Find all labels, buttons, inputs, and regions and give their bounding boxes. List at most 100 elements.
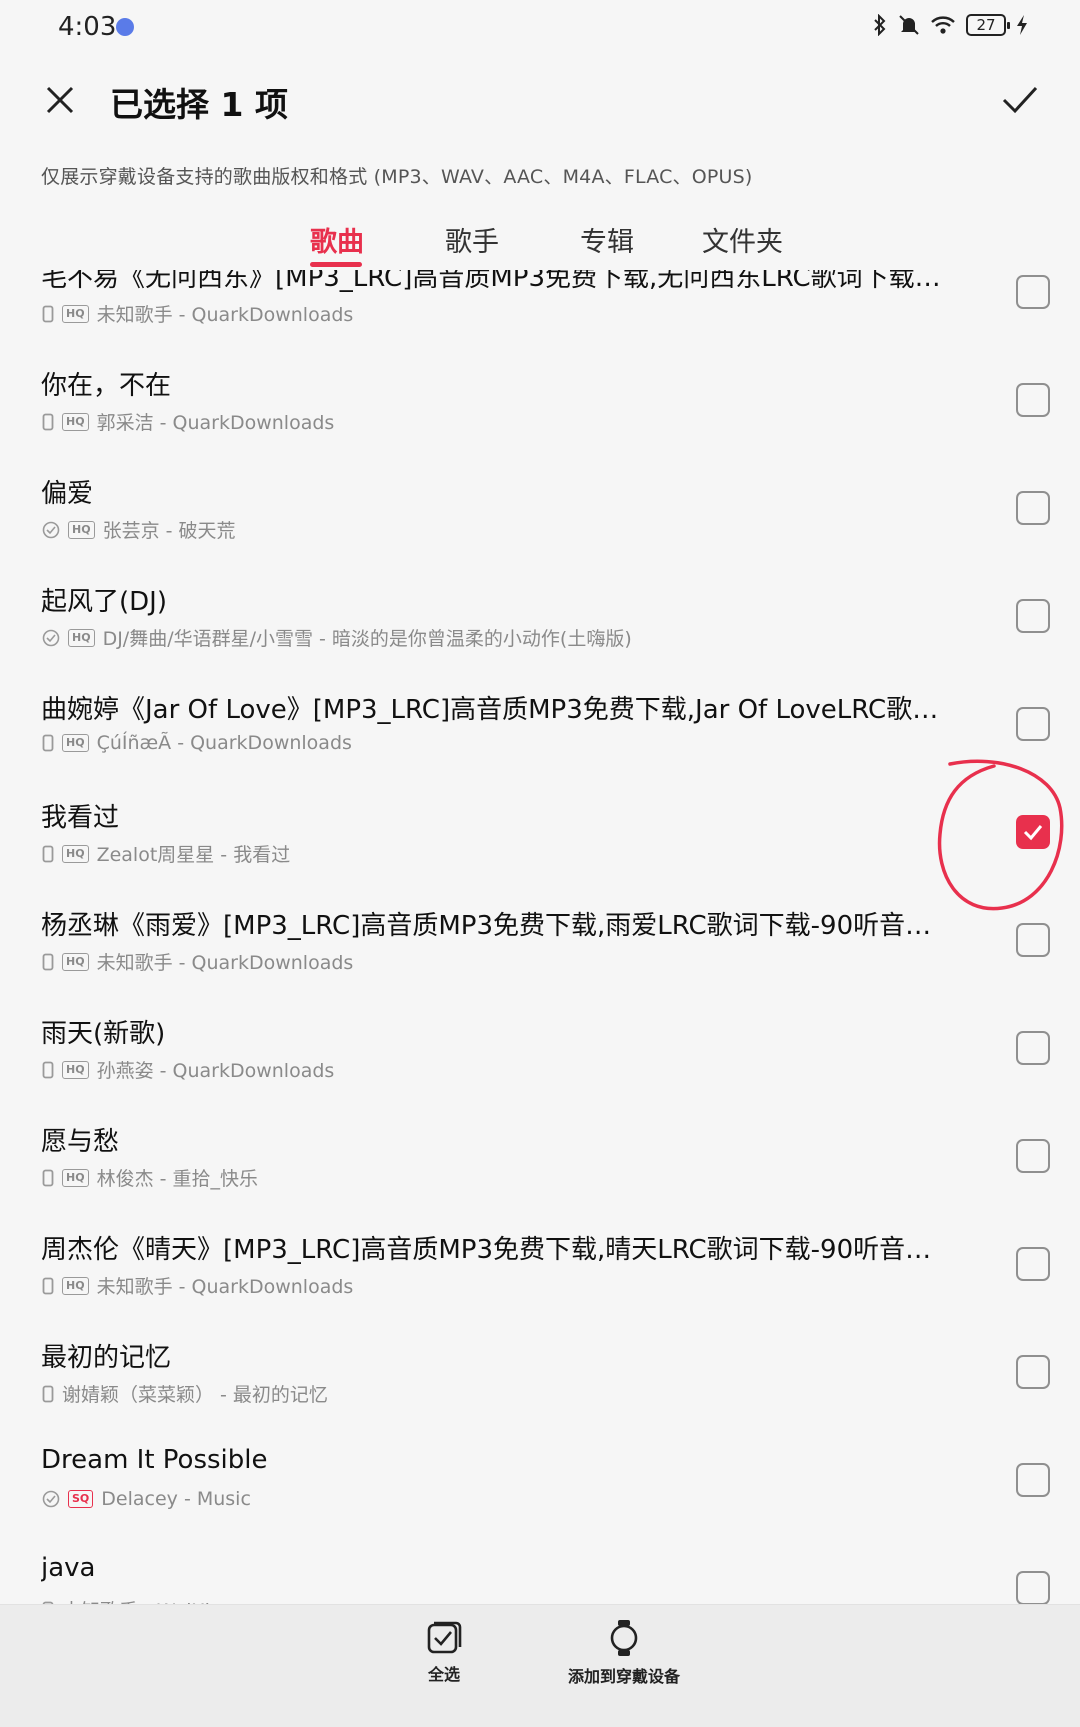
song-title: 你在，不在 (41, 371, 172, 401)
song-checkbox[interactable] (1016, 383, 1050, 417)
quality-badge: HQ (68, 520, 95, 539)
song-list[interactable]: 毛不易《无问西东》[MP3_LRC]高音质MP3免费下载,无问西东LRC歌词下载… (0, 270, 1080, 1604)
tab-albums[interactable]: 专辑 (580, 220, 634, 259)
quality-badge: HQ (62, 1060, 89, 1079)
song-artist-album: 未知歌手 - QuarkDownloads (96, 952, 354, 974)
bottom-action-bar: 全选 添加到穿戴设备 (0, 1604, 1080, 1727)
quality-badge: HQ (62, 304, 89, 323)
close-icon (46, 86, 74, 114)
tab-artists[interactable]: 歌手 (445, 220, 499, 259)
song-row[interactable]: 起风了(DJ) HQ DJ/舞曲/华语群星/小雪雪 - 暗淡的是你曾温柔的小动作(土… (0, 566, 1080, 674)
song-artist-album: 未知歌手 - QuarkDownloads (96, 1276, 354, 1298)
song-meta: HQ 林俊杰 - 重拾_快乐 (42, 1164, 258, 1191)
tab-songs[interactable]: 歌曲 (310, 220, 364, 259)
song-row[interactable]: 偏爱 HQ 张芸京 - 破天荒 (0, 458, 1080, 566)
song-checkbox[interactable] (1016, 491, 1050, 525)
phone-icon (42, 734, 54, 752)
song-row[interactable]: 周杰伦《晴天》[MP3_LRC]高音质MP3免费下载,晴天LRC歌词下载-90听… (0, 1214, 1080, 1322)
song-artist-album: 谢婧颖（菜菜颖） - 最初的记忆 (62, 1384, 328, 1406)
song-artist-album: ÇúÍñæÃ - QuarkDownloads (96, 732, 352, 754)
song-title: 最初的记忆 (41, 1343, 172, 1373)
song-title: 我看过 (41, 803, 120, 833)
phone-icon (42, 953, 54, 971)
song-artist-album: DJ/舞曲/华语群星/小雪雪 - 暗淡的是你曾温柔的小动作(土嗨版) (102, 628, 632, 650)
quality-badge: HQ (68, 628, 95, 647)
tab-bar: 歌曲 歌手 专辑 文件夹 (0, 214, 1080, 270)
song-artist-album: Zealot周星星 - 我看过 (96, 844, 291, 866)
song-checkbox[interactable] (1016, 1139, 1050, 1173)
song-title: Dream It Possible (41, 1445, 268, 1475)
song-title: 愿与愁 (41, 1127, 120, 1157)
song-row[interactable]: Dream It Possible SQ Delacey - Music (0, 1430, 1080, 1538)
music-notification-icon (116, 18, 134, 36)
check-circle-icon (42, 521, 60, 539)
check-circle-icon (42, 1490, 60, 1508)
song-checkbox[interactable] (1016, 1355, 1050, 1389)
page-title: 已选择 1 项 (110, 85, 288, 124)
add-to-wearable-label: 添加到穿戴设备 (568, 1667, 681, 1686)
song-row[interactable]: 愿与愁 HQ 林俊杰 - 重拾_快乐 (0, 1106, 1080, 1214)
select-all-icon (427, 1621, 462, 1654)
song-checkbox[interactable] (1016, 1247, 1050, 1281)
add-to-wearable-button[interactable]: 添加到穿戴设备 (568, 1619, 680, 1687)
quality-badge: HQ (62, 1276, 89, 1295)
song-title: 杨丞琳《雨爱》[MP3_LRC]高音质MP3免费下载,雨爱LRC歌词下载-90听… (41, 911, 932, 941)
phone-icon (42, 413, 54, 431)
status-time: 4:03 (58, 12, 117, 42)
song-meta: 谢婧颖（菜菜颖） - 最初的记忆 (42, 1380, 328, 1407)
song-title: 曲婉婷《Jar Of Love》[MP3_LRC]高音质MP3免费下载,Jar … (41, 695, 961, 725)
song-checkbox[interactable] (1016, 1031, 1050, 1065)
checkmark-icon (1002, 86, 1038, 114)
format-notice: 仅展示穿戴设备支持的歌曲版权和格式 (MP3、WAV、AAC、M4A、FLAC、… (41, 166, 753, 188)
song-title: java (41, 1553, 96, 1583)
close-button[interactable] (38, 78, 82, 122)
song-checkbox[interactable] (1016, 923, 1050, 957)
charging-icon (1016, 14, 1028, 36)
quality-badge: HQ (62, 844, 89, 863)
bluetooth-icon (872, 14, 888, 36)
status-bar: 4:03 27 (0, 0, 1080, 56)
song-row[interactable]: 曲婉婷《Jar Of Love》[MP3_LRC]高音质MP3免费下载,Jar … (0, 674, 1080, 782)
song-checkbox[interactable] (1016, 1463, 1050, 1497)
song-checkbox-checked[interactable] (1016, 815, 1050, 849)
quality-badge: HQ (62, 734, 89, 752)
song-row[interactable]: 杨丞琳《雨爱》[MP3_LRC]高音质MP3免费下载,雨爱LRC歌词下载-90听… (0, 890, 1080, 998)
song-row[interactable]: java 未知歌手 - WeiXin (0, 1538, 1080, 1604)
song-row[interactable]: 雨天(新歌) HQ 孙燕姿 - QuarkDownloads (0, 998, 1080, 1106)
song-row[interactable]: 你在，不在 HQ 郭采洁 - QuarkDownloads (0, 350, 1080, 458)
song-artist-album: 张芸京 - 破天荒 (102, 520, 236, 542)
status-icons: 27 (872, 14, 1028, 36)
confirm-button[interactable] (998, 78, 1042, 122)
song-row[interactable]: 毛不易《无问西东》[MP3_LRC]高音质MP3免费下载,无问西东LRC歌词下载… (0, 270, 1080, 350)
mute-bell-icon (898, 14, 920, 36)
song-checkbox[interactable] (1016, 707, 1050, 741)
quality-badge: HQ (62, 952, 89, 971)
song-meta: HQ 未知歌手 - QuarkDownloads (42, 1272, 353, 1299)
phone-icon (42, 1277, 54, 1295)
phone-icon (42, 1061, 54, 1079)
check-circle-icon (42, 629, 60, 647)
song-meta: HQ ÇúÍñæÃ - QuarkDownloads (42, 732, 352, 754)
select-all-label: 全选 (427, 1665, 460, 1684)
song-row[interactable]: 我看过 HQ Zealot周星星 - 我看过 (0, 782, 1080, 890)
song-checkbox[interactable] (1016, 1571, 1050, 1604)
song-meta: 未知歌手 - WeiXin (42, 1596, 222, 1604)
tab-folders[interactable]: 文件夹 (702, 220, 783, 259)
select-all-button[interactable]: 全选 (426, 1619, 462, 1685)
song-checkbox[interactable] (1016, 599, 1050, 633)
quality-badge: HQ (62, 1168, 89, 1187)
song-list-content: 毛不易《无问西东》[MP3_LRC]高音质MP3免费下载,无问西东LRC歌词下载… (0, 270, 1080, 1604)
song-row[interactable]: 最初的记忆谢婧颖（菜菜颖） - 最初的记忆 (0, 1322, 1080, 1430)
song-checkbox[interactable] (1016, 275, 1050, 309)
song-artist-album: 林俊杰 - 重拾_快乐 (96, 1168, 258, 1190)
song-artist-album: 郭采洁 - QuarkDownloads (96, 412, 335, 434)
phone-icon (42, 1385, 54, 1403)
smartwatch-icon (610, 1620, 638, 1656)
active-tab-indicator (310, 262, 362, 267)
song-artist-album: 孙燕姿 - QuarkDownloads (96, 1060, 335, 1082)
song-artist-album: 未知歌手 - QuarkDownloads (96, 304, 354, 326)
song-title: 毛不易《无问西东》[MP3_LRC]高音质MP3免费下载,无问西东LRC歌词下载… (41, 270, 941, 293)
song-meta: SQ Delacey - Music (42, 1488, 251, 1510)
song-meta: HQ 未知歌手 - QuarkDownloads (42, 300, 353, 327)
phone-icon (42, 845, 54, 863)
